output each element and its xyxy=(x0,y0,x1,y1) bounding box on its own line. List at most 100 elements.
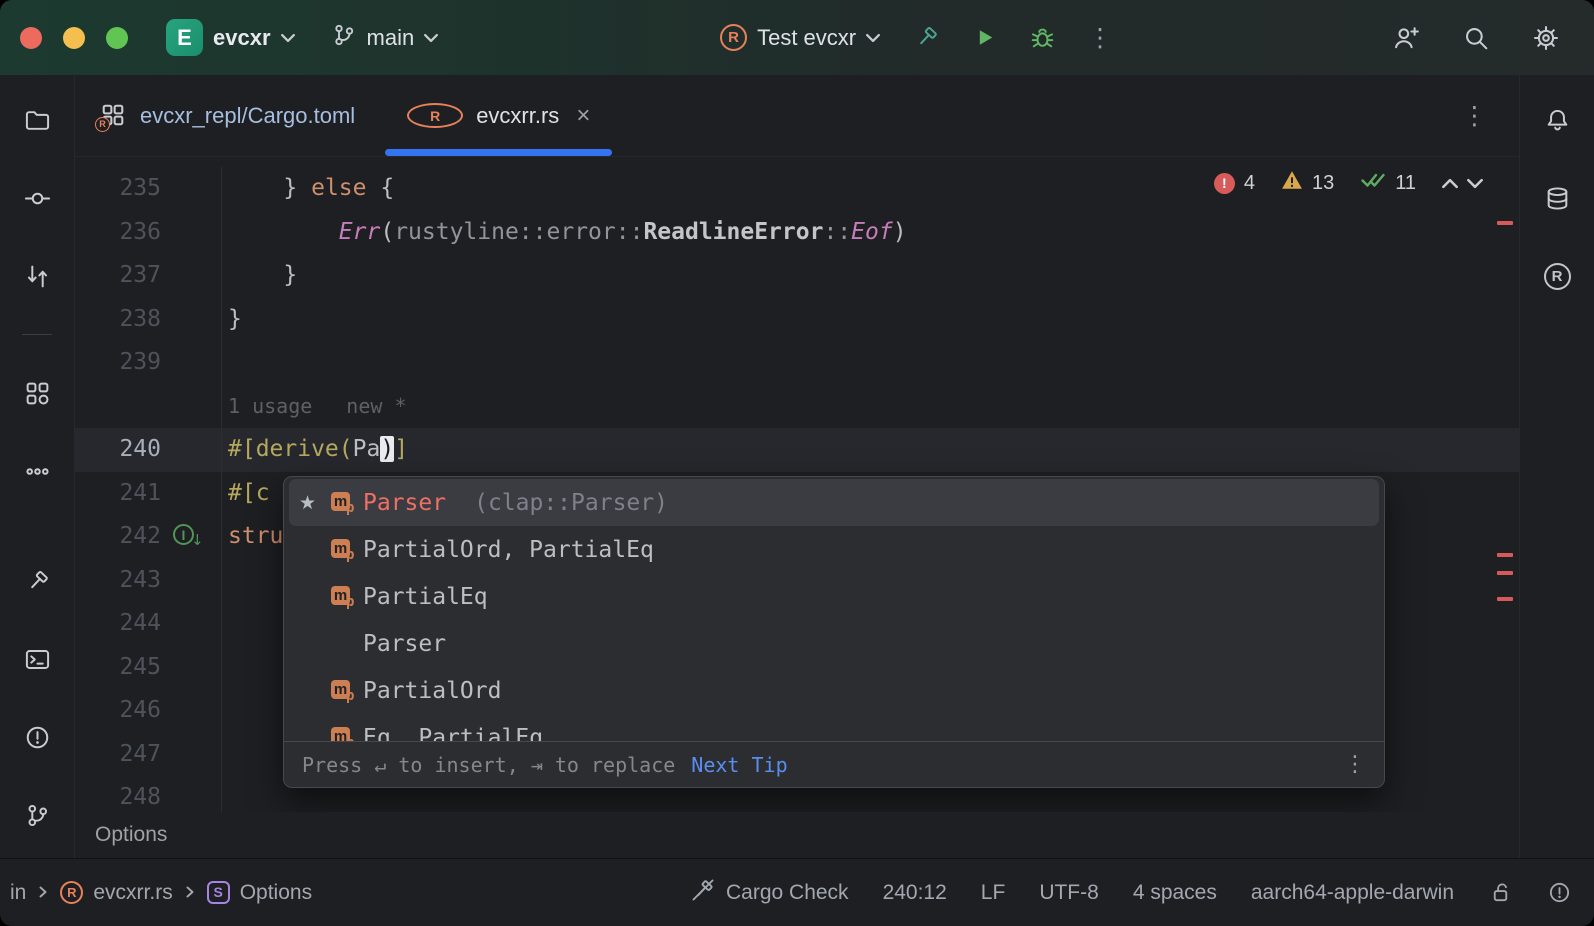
completion-item[interactable]: mpEq, PartialEq xyxy=(289,714,1379,741)
run-configuration-widget[interactable]: R Test evcxr xyxy=(710,18,890,57)
status-bar: in R evcxrr.rs S Options Cargo Check 240… xyxy=(0,858,1594,926)
chevron-down-icon xyxy=(424,33,439,43)
completion-list: ★ m p Parser (clap::Parser) m p PartialOrd, Par… xyxy=(284,477,1384,741)
git-tool-button[interactable] xyxy=(15,793,59,837)
code-with-me-button[interactable] xyxy=(1384,16,1428,60)
inlay-hint[interactable]: 1 usage xyxy=(228,394,312,418)
project-tool-button[interactable] xyxy=(15,98,59,142)
caret-position-widget[interactable]: 240:12 xyxy=(883,881,947,905)
tab-cargo-toml[interactable]: R evcxr_repl/Cargo.toml xyxy=(75,75,381,156)
run-configuration-name: Test evcxr xyxy=(757,24,857,50)
derive-macro-icon: mp xyxy=(329,490,363,516)
code-text: #[derive(Pa)] xyxy=(221,428,1519,472)
error-stripe-mark[interactable] xyxy=(1497,571,1513,575)
window-close-button[interactable] xyxy=(20,26,42,49)
tab-close-icon[interactable]: × xyxy=(576,103,590,128)
line-number: 243 xyxy=(119,566,161,593)
cargo-run-config-icon: R xyxy=(720,24,748,51)
notifications-tool-button[interactable] xyxy=(1535,98,1579,142)
database-tool-button[interactable] xyxy=(1535,176,1579,220)
star-icon: ★ xyxy=(299,491,317,514)
problems-tool-button[interactable] xyxy=(15,715,59,759)
editor-line[interactable]: 240 #[derive(Pa)] xyxy=(75,428,1519,472)
cargo-check-label: Cargo Check xyxy=(726,880,849,904)
line-number: 248 xyxy=(119,784,161,810)
implementation-gutter-icon[interactable]: I ↓ xyxy=(173,524,204,548)
build-button[interactable] xyxy=(904,16,948,60)
project-name: evcxr xyxy=(213,24,271,50)
cargo-check-muted-icon xyxy=(690,877,716,909)
tab-evcxrr-rs[interactable]: R evcxrr.rs × xyxy=(381,75,616,156)
terminal-tool-button[interactable] xyxy=(15,637,59,681)
completion-item[interactable]: m p PartialOrd, PartialEq xyxy=(289,526,1379,573)
window-minimize-button[interactable] xyxy=(63,26,85,49)
tab-label: evcxrr.rs xyxy=(476,102,560,128)
next-problem-chevron-icon[interactable] xyxy=(1467,172,1483,195)
left-tool-stripe xyxy=(0,75,75,858)
gutter xyxy=(161,254,221,298)
gutter xyxy=(161,602,221,646)
error-stripe-mark[interactable] xyxy=(1497,553,1513,557)
branch-widget[interactable]: main xyxy=(321,16,449,59)
statusbar-symbol-crumb[interactable]: Options xyxy=(240,881,312,905)
breadcrumb-item[interactable]: Options xyxy=(95,823,167,847)
error-stripe-mark[interactable] xyxy=(1497,221,1513,225)
line-separator-widget[interactable]: LF xyxy=(981,881,1006,905)
editor-line[interactable]: 237 } xyxy=(75,254,1519,298)
inlay-hint-row[interactable]: 1 usage new * xyxy=(75,384,1519,428)
completion-item[interactable]: m p PartialEq xyxy=(289,573,1379,620)
project-badge: E xyxy=(166,19,203,56)
more-tools-button[interactable] xyxy=(15,449,59,493)
build-tool-button[interactable] xyxy=(15,559,59,603)
tab-options-kebab-icon[interactable]: ⋮ xyxy=(1462,75,1519,156)
rust-icon: R xyxy=(1543,262,1571,290)
settings-gear-icon[interactable] xyxy=(1524,16,1568,60)
indent-widget[interactable]: 4 spaces xyxy=(1133,881,1217,905)
cargo-check-widget[interactable]: Cargo Check xyxy=(690,877,849,909)
editor-tab-bar: R evcxr_repl/Cargo.toml R evcxrr.rs × ⋮ xyxy=(75,75,1519,157)
run-button[interactable] xyxy=(962,16,1006,60)
gutter xyxy=(161,298,221,342)
structure-tool-button[interactable] xyxy=(15,371,59,415)
gutter xyxy=(161,776,221,812)
warning-count: 13 xyxy=(1311,171,1335,194)
completion-item[interactable]: ★ m p Parser (clap::Parser) xyxy=(289,479,1379,526)
error-stripe-mark[interactable] xyxy=(1497,597,1513,601)
gutter xyxy=(161,689,221,733)
git-branch-icon xyxy=(331,22,357,53)
completion-footer: Press ↵ to insert, ⇥ to replace Next Tip… xyxy=(284,741,1384,787)
encoding-widget[interactable]: UTF-8 xyxy=(1039,881,1099,905)
prev-problem-chevron-icon[interactable] xyxy=(1442,172,1458,195)
inlay-hint[interactable]: new * xyxy=(346,394,406,418)
editor-line[interactable]: 236 Err(rustyline::error::ReadlineError:… xyxy=(75,210,1519,254)
rust-plugin-tool-button[interactable]: R xyxy=(1535,254,1579,298)
next-tip-link[interactable]: Next Tip xyxy=(691,753,787,777)
line-number: 240 xyxy=(119,436,161,462)
derive-macro-icon: mp xyxy=(329,537,363,563)
completion-item[interactable]: Parser xyxy=(289,620,1379,667)
pull-requests-tool-button[interactable] xyxy=(15,254,59,298)
code-editor[interactable]: 235 } else {236 Err(rustyline::error::Re… xyxy=(75,157,1519,812)
target-platform-widget[interactable]: aarch64-apple-darwin xyxy=(1251,881,1454,905)
error-count: 4 xyxy=(1243,171,1255,194)
statusbar-module-crumb[interactable]: in xyxy=(10,881,26,905)
editor-line[interactable]: 239 xyxy=(75,341,1519,385)
completion-item[interactable]: m p PartialOrd xyxy=(289,667,1379,714)
gutter xyxy=(161,428,221,472)
line-number: 245 xyxy=(119,653,161,680)
window-zoom-button[interactable] xyxy=(106,26,128,49)
unlock-icon[interactable] xyxy=(1488,880,1513,905)
inspections-widget[interactable]: ! 4 13 11 xyxy=(1213,169,1483,197)
debug-button[interactable] xyxy=(1020,16,1064,60)
gutter xyxy=(161,472,221,516)
more-actions-kebab-icon[interactable]: ⋮ xyxy=(1078,16,1122,60)
right-tool-stripe: R xyxy=(1519,75,1594,858)
editor-line[interactable]: 238} xyxy=(75,297,1519,342)
statusbar-file-crumb[interactable]: evcxrr.rs xyxy=(93,881,172,905)
event-log-error-icon[interactable] xyxy=(1547,880,1572,905)
project-widget[interactable]: E evcxr xyxy=(156,13,305,62)
completion-kebab-icon[interactable]: ⋮ xyxy=(1344,753,1366,776)
line-number: 237 xyxy=(119,262,161,288)
search-everywhere-button[interactable] xyxy=(1454,16,1498,60)
commit-tool-button[interactable] xyxy=(15,176,59,220)
